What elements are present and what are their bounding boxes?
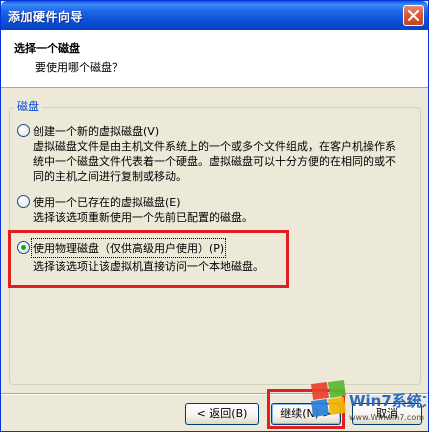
close-icon [408,10,419,21]
option-label-existing[interactable]: 使用一个已存在的虚拟磁盘(E) [33,194,181,210]
close-button[interactable] [403,5,424,26]
watermark-logo: Win7系统之家 www.Winwin7.com [311,380,426,422]
page-subtitle: 要使用哪个磁盘？ [35,61,123,74]
window-title: 添加硬件向导 [8,10,84,24]
wizard-header: 选择一个磁盘 要使用哪个磁盘？ [1,30,428,88]
option-existing-disk[interactable]: 使用一个已存在的虚拟磁盘(E) 选择该选项重新使用一个先前已配置的磁盘。 [17,194,412,228]
title-bar[interactable]: 添加硬件向导 [1,1,428,30]
watermark-url: www.Winwin7.com [349,413,424,422]
radio-existing-disk[interactable] [17,195,30,208]
groupbox-legend: 磁盘 [14,98,42,114]
watermark-brand: Win7系统之家 [349,392,426,410]
annotation-highlight-option [8,230,289,288]
option-label-create-new[interactable]: 创建一个新的虚拟磁盘(V) [33,123,159,139]
option-create-new-disk[interactable]: 创建一个新的虚拟磁盘(V) 虚拟磁盘文件是由主机文件系统上的一个或多个文件组成，… [17,123,412,183]
back-button[interactable]: < 返回(B) [185,403,259,425]
page-title: 选择一个磁盘 [14,42,80,55]
option-description-create-new: 虚拟磁盘文件是由主机文件系统上的一个或多个文件组成，在客户机操作系统中一个磁盘文… [33,140,396,183]
radio-create-new-disk[interactable] [17,124,30,137]
option-description-existing: 选择该选项重新使用一个先前已配置的磁盘。 [33,211,253,224]
wizard-window: 添加硬件向导 选择一个磁盘 要使用哪个磁盘？ 磁盘 创建一个新的虚拟磁盘(V) … [0,0,429,432]
